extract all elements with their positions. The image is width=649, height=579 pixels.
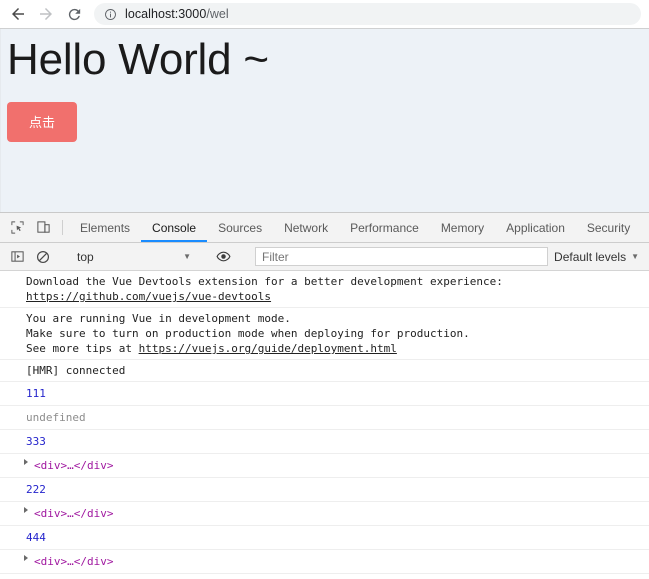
tab-label: Console bbox=[152, 220, 197, 235]
toolbar-divider bbox=[62, 220, 63, 235]
live-expression-button[interactable] bbox=[210, 249, 236, 264]
message-text: 333 bbox=[26, 435, 46, 448]
chevron-down-icon: ▼ bbox=[183, 251, 191, 261]
tab-label: Network bbox=[284, 220, 329, 235]
reload-button[interactable] bbox=[60, 0, 88, 28]
site-info-icon[interactable] bbox=[104, 8, 117, 21]
click-button[interactable]: 点击 bbox=[7, 101, 77, 142]
message-text: <div>…</div> bbox=[34, 555, 114, 568]
tab-memory[interactable]: Memory bbox=[430, 213, 495, 242]
console-message-list[interactable]: Download the Vue Devtools extension for … bbox=[0, 271, 649, 579]
tab-network[interactable]: Network bbox=[273, 213, 339, 242]
message-text: You are running Vue in development mode. bbox=[26, 312, 291, 325]
console-message[interactable]: <div>…</div> bbox=[0, 550, 649, 574]
console-message: 444 bbox=[0, 526, 649, 550]
console-message: 111 bbox=[0, 382, 649, 406]
clear-console-icon bbox=[36, 250, 50, 263]
url-host: localhost:3000 bbox=[125, 7, 207, 21]
forward-arrow-icon bbox=[40, 8, 52, 20]
tab-performance[interactable]: Performance bbox=[339, 213, 430, 242]
message-text: <div>…</div> bbox=[34, 459, 114, 472]
console-sidebar-button[interactable] bbox=[4, 249, 30, 264]
message-text: 222 bbox=[26, 483, 46, 496]
log-levels-label: Default levels bbox=[554, 249, 627, 264]
tab-label: Sources bbox=[218, 220, 263, 235]
device-toolbar-icon bbox=[36, 221, 50, 233]
tab-label: Security bbox=[586, 220, 631, 235]
message-text: <div>…</div> bbox=[34, 507, 114, 520]
console-context-selector[interactable]: top ▼ bbox=[69, 250, 197, 264]
console-message: You are running Vue in development mode.… bbox=[0, 308, 649, 360]
console-prompt[interactable]: > bbox=[0, 574, 649, 579]
back-button[interactable] bbox=[4, 0, 32, 28]
message-text: See more tips at bbox=[26, 342, 139, 355]
browser-toolbar: localhost:3000/wel bbox=[0, 0, 649, 29]
console-sidebar-icon bbox=[10, 251, 24, 262]
message-text: Download the Vue Devtools extension for … bbox=[26, 275, 503, 288]
tab-elements[interactable]: Elements bbox=[69, 213, 141, 242]
message-text: 444 bbox=[26, 531, 46, 544]
inspect-element-button[interactable] bbox=[4, 213, 30, 242]
tab-label: Memory bbox=[440, 220, 485, 235]
tab-console[interactable]: Console bbox=[141, 213, 208, 242]
chevron-down-icon: ▼ bbox=[631, 251, 639, 261]
message-text: Make sure to turn on production mode whe… bbox=[26, 327, 470, 340]
address-bar[interactable]: localhost:3000/wel bbox=[94, 3, 641, 25]
tab-label: Elements bbox=[80, 220, 131, 235]
inspect-element-icon bbox=[10, 221, 24, 234]
back-arrow-icon bbox=[12, 8, 24, 20]
console-message: undefined bbox=[0, 406, 649, 430]
console-log-levels-selector[interactable]: Default levels ▼ bbox=[554, 250, 649, 264]
tab-security[interactable]: Security bbox=[576, 213, 641, 242]
message-text: 111 bbox=[26, 387, 46, 400]
console-context-value: top bbox=[77, 249, 94, 264]
console-message[interactable]: <div>…</div> bbox=[0, 502, 649, 526]
page-title: Hello World ~ bbox=[7, 35, 269, 84]
console-toolbar: top ▼ Default levels ▼ bbox=[0, 243, 649, 271]
expand-triangle-icon[interactable] bbox=[24, 555, 28, 561]
url-path: /wel bbox=[206, 7, 229, 21]
live-expression-eye-icon bbox=[216, 251, 230, 262]
message-text: undefined bbox=[26, 411, 86, 424]
console-message: [HMR] connected bbox=[0, 360, 649, 382]
expand-triangle-icon[interactable] bbox=[24, 459, 28, 465]
message-text: [HMR] connected bbox=[26, 364, 126, 377]
console-message: 333 bbox=[0, 430, 649, 454]
url-text: localhost:3000/wel bbox=[125, 7, 229, 21]
tab-sources[interactable]: Sources bbox=[207, 213, 273, 242]
clear-console-button[interactable] bbox=[30, 250, 56, 264]
tab-label: Application bbox=[506, 220, 565, 235]
expand-triangle-icon[interactable] bbox=[24, 507, 28, 513]
message-link[interactable]: https://github.com/vuejs/vue-devtools bbox=[26, 290, 271, 303]
console-message: 222 bbox=[0, 478, 649, 502]
console-message[interactable]: <div>…</div> bbox=[0, 454, 649, 478]
devtools-tabbar: Elements Console Sources Network Perform… bbox=[0, 213, 649, 243]
tab-label: Performance bbox=[350, 220, 419, 235]
console-filter-input[interactable] bbox=[255, 247, 549, 266]
info-circle-icon bbox=[105, 8, 116, 20]
tab-application[interactable]: Application bbox=[495, 213, 576, 242]
page-viewport: Hello World ~ 点击 bbox=[0, 29, 649, 212]
devtools-panel: Elements Console Sources Network Perform… bbox=[0, 212, 649, 579]
forward-button[interactable] bbox=[32, 0, 60, 28]
reload-icon bbox=[68, 8, 80, 20]
console-message: Download the Vue Devtools extension for … bbox=[0, 271, 649, 308]
device-toolbar-button[interactable] bbox=[30, 213, 56, 242]
message-link[interactable]: https://vuejs.org/guide/deployment.html bbox=[139, 342, 397, 355]
